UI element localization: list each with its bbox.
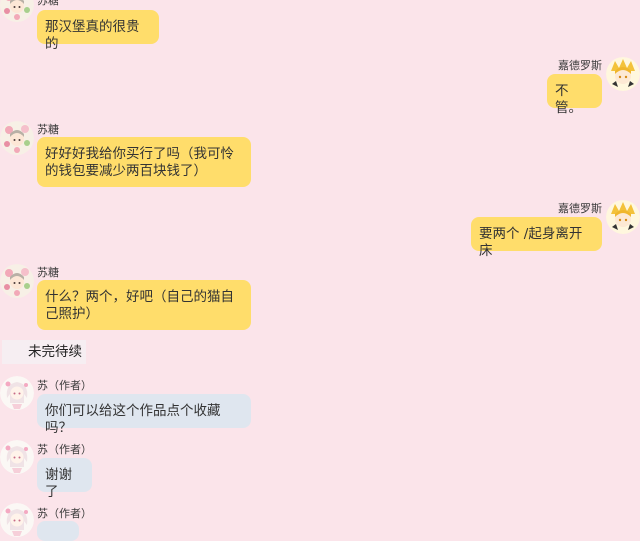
message-bubble: 什么？两个，好吧（自己的猫自己照护） (37, 280, 251, 330)
avatar-icon (0, 503, 34, 537)
message-bubble: 那汉堡真的很贵的 (37, 10, 159, 52)
sender-name: 苏（作者） (37, 379, 92, 392)
sender-name: 苏糖 (37, 123, 59, 136)
sender-name: 苏（作者） (37, 507, 92, 520)
message-bubble: 不管。 (547, 74, 602, 116)
avatar-icon (0, 264, 34, 298)
sender-name: 苏糖 (37, 266, 59, 279)
sender-name: 嘉德罗斯 (558, 59, 602, 72)
sender-name: 苏（作者） (37, 443, 92, 456)
avatar-icon (0, 440, 34, 474)
message-bubble: 谢谢了 (37, 458, 92, 500)
avatar-icon (606, 57, 640, 91)
message-bubble: 好好好我给你买行了吗（我可怜的钱包要减少两百块钱了） (37, 137, 251, 187)
avatar-icon (0, 0, 34, 22)
message-bubble (37, 521, 79, 541)
avatar-icon (0, 121, 34, 155)
message-bubble: 要两个 /起身离开床 (471, 217, 602, 259)
to-be-continued-label: 未完待续 (2, 340, 86, 364)
sender-name: 嘉德罗斯 (558, 202, 602, 215)
avatar-icon (606, 200, 640, 234)
message-bubble: 你们可以给这个作品点个收藏吗？ (37, 394, 251, 436)
sender-name: 苏糖 (37, 0, 59, 7)
avatar-icon (0, 376, 34, 410)
